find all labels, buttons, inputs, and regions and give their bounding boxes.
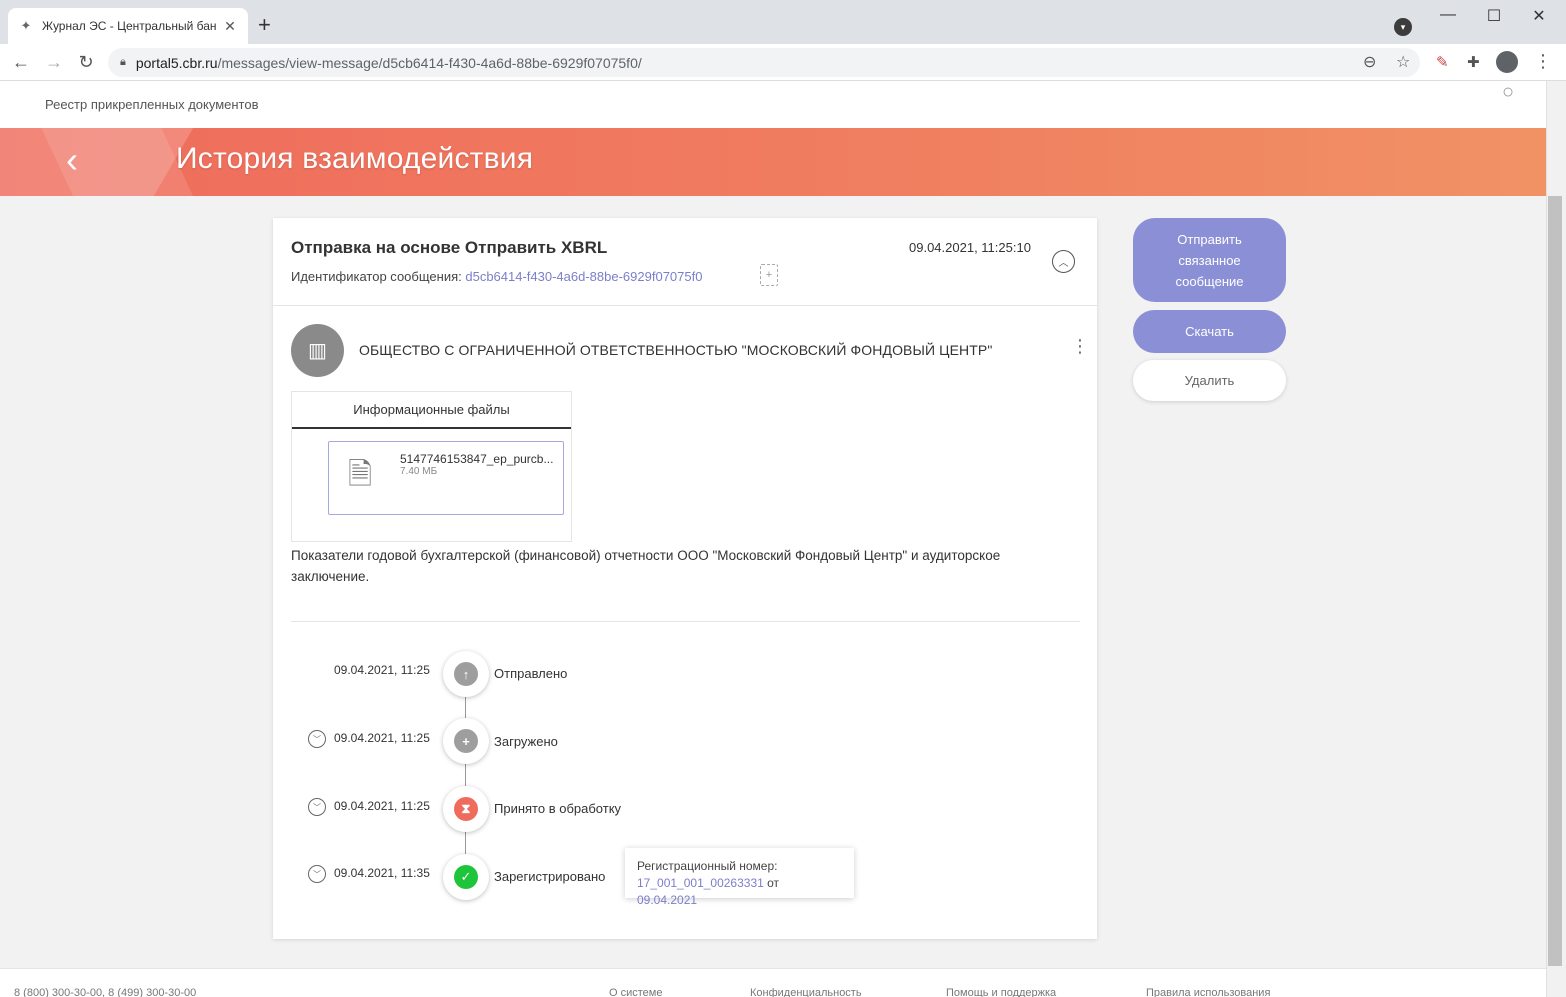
browser-tab[interactable]: ✦ Журнал ЭС - Центральный бан ✕ xyxy=(8,8,248,44)
puzzle-icon[interactable]: ✚ xyxy=(1467,53,1480,71)
timeline-status: Принято в обработку xyxy=(494,801,622,816)
plus-icon: + xyxy=(454,729,478,753)
minimize-icon[interactable]: — xyxy=(1438,6,1458,24)
message-date: 09.04.2021, 11:25:10 xyxy=(909,240,1031,255)
tab-info-files[interactable]: Информационные файлы xyxy=(292,392,571,429)
forward-icon[interactable]: → xyxy=(43,52,65,72)
collapse-chevron-up-icon[interactable]: ︿ xyxy=(1052,250,1075,273)
page-banner: ‹ История взаимодействия xyxy=(0,128,1546,196)
back-chevron-icon[interactable]: ‹ xyxy=(66,140,78,180)
check-icon: ✓ xyxy=(454,865,478,889)
footer-terms-link[interactable]: Правила использования xyxy=(1146,987,1270,997)
footer-about-link[interactable]: О системе xyxy=(609,987,662,997)
timeline-node: ⧗ xyxy=(443,786,489,832)
timeline-date: 09.04.2021, 11:25 xyxy=(334,799,430,813)
search-icon[interactable]: ○ xyxy=(1502,81,1514,104)
message-description: Показатели годовой бухгалтерской (финанс… xyxy=(291,548,1001,584)
zoom-icon[interactable]: ⊖ xyxy=(1363,52,1376,72)
message-id-label: Идентификатор сообщения: xyxy=(291,269,466,284)
registration-tooltip: Регистрационный номер: 17_001_001_002633… xyxy=(625,848,854,907)
files-panel: Информационные файлы 🗎︎ 5147746153847_ep… xyxy=(291,391,572,542)
organization-building-icon: ▥ xyxy=(291,324,344,377)
bookmark-star-icon[interactable]: ☆ xyxy=(1396,52,1410,72)
message-title: Отправка на основе Отправить XBRL xyxy=(291,238,608,257)
footer-help-link[interactable]: Помощь и поддержка xyxy=(946,987,1056,997)
url-input[interactable]: 🔒︎ portal5.cbr.ru/messages/view-message/… xyxy=(108,48,1420,77)
copy-icon[interactable]: + xyxy=(760,264,778,286)
file-name: 5147746153847_ep_purcb... xyxy=(400,452,554,466)
browser-menu-icon[interactable]: ⋮ xyxy=(1534,51,1552,71)
cbr-favicon-icon: ✦ xyxy=(20,18,32,33)
expand-chevron-down-icon[interactable]: ﹀ xyxy=(308,798,326,816)
download-button[interactable]: Скачать xyxy=(1133,310,1286,353)
tab-title: Журнал ЭС - Центральный бан xyxy=(42,19,217,33)
timeline-node: ↑ xyxy=(443,651,489,697)
back-icon[interactable]: ← xyxy=(10,52,32,72)
maximize-icon[interactable]: ☐ xyxy=(1484,6,1504,26)
registration-number-link[interactable]: 17_001_001_00263331 xyxy=(637,876,764,890)
tab-search-icon[interactable]: ▾ xyxy=(1394,18,1412,36)
profile-avatar-icon[interactable] xyxy=(1496,51,1518,73)
divider xyxy=(291,621,1080,622)
timeline-line xyxy=(465,673,466,873)
registration-date-link[interactable]: 09.04.2021 xyxy=(637,893,697,907)
message-header: Отправка на основе Отправить XBRL 09.04.… xyxy=(273,218,1097,306)
close-window-icon[interactable]: ✕ xyxy=(1529,6,1549,26)
url-host: portal5.cbr.ru xyxy=(135,54,218,71)
arrow-up-icon: ↑ xyxy=(454,662,478,686)
close-tab-icon[interactable]: ✕ xyxy=(222,18,238,35)
scrollbar-thumb[interactable] xyxy=(1548,196,1562,966)
expand-chevron-down-icon[interactable]: ﹀ xyxy=(308,730,326,748)
attached-docs-registry-link[interactable]: Реестр прикрепленных документов xyxy=(45,97,259,112)
organization-name: ОБЩЕСТВО С ОГРАНИЧЕННОЙ ОТВЕТСТВЕННОСТЬЮ… xyxy=(359,342,993,358)
timeline-status: Загружено xyxy=(494,734,558,749)
timeline-status: Зарегистрировано xyxy=(494,869,606,884)
registration-info: 17_001_001_00263331 от 09.04.2021 xyxy=(637,875,842,909)
footer-phones: 8 (800) 300-30-00, 8 (499) 300-30-00 xyxy=(14,987,197,997)
message-card: Отправка на основе Отправить XBRL 09.04.… xyxy=(273,218,1097,939)
expand-chevron-down-icon[interactable]: ﹀ xyxy=(308,865,326,883)
page-title: История взаимодействия xyxy=(176,142,534,175)
more-options-icon[interactable]: ⋮ xyxy=(1071,336,1089,356)
browser-tabbar: ✦ Журнал ЭС - Центральный бан ✕ + ▾ — ☐ … xyxy=(0,0,1566,44)
new-tab-icon[interactable]: + xyxy=(258,14,271,36)
timeline-date: 09.04.2021, 11:35 xyxy=(334,866,430,880)
file-size: 7.40 МБ xyxy=(400,466,438,477)
lock-icon: 🔒︎ xyxy=(120,56,126,68)
timeline-node: ✓ xyxy=(443,854,489,900)
footer-privacy-link[interactable]: Конфиденциальность xyxy=(750,987,862,997)
site-topnav: Реестр прикрепленных документов ○ xyxy=(0,81,1546,128)
send-related-message-button[interactable]: Отправить связанное сообщение xyxy=(1133,218,1286,302)
hourglass-icon: ⧗ xyxy=(454,797,478,821)
message-id-link[interactable]: d5cb6414-f430-4a6d-88be-6929f07075f0 xyxy=(465,269,702,284)
extension-icon[interactable]: ✎ xyxy=(1436,53,1449,71)
registration-from: от xyxy=(763,876,780,890)
message-id-row: Идентификатор сообщения: d5cb6414-f430-4… xyxy=(291,269,702,284)
timeline-date: 09.04.2021, 11:25 xyxy=(334,731,430,745)
address-bar-row: ← → ↻ 🔒︎ portal5.cbr.ru/messages/view-me… xyxy=(0,44,1566,81)
file-card[interactable]: 🗎︎ 5147746153847_ep_purcb... 7.40 МБ xyxy=(328,441,564,515)
site-footer: 8 (800) 300-30-00, 8 (499) 300-30-00 О с… xyxy=(0,968,1546,997)
url-path: /messages/view-message/d5cb6414-f430-4a6… xyxy=(217,54,642,71)
delete-button[interactable]: Удалить xyxy=(1133,360,1286,401)
timeline-status: Отправлено xyxy=(494,666,568,681)
registration-label: Регистрационный номер: xyxy=(637,859,778,873)
reload-icon[interactable]: ↻ xyxy=(75,52,97,72)
locked-document-icon: 🗎︎ xyxy=(348,458,373,491)
timeline-date: 09.04.2021, 11:25 xyxy=(334,663,430,677)
timeline-node: + xyxy=(443,718,489,764)
